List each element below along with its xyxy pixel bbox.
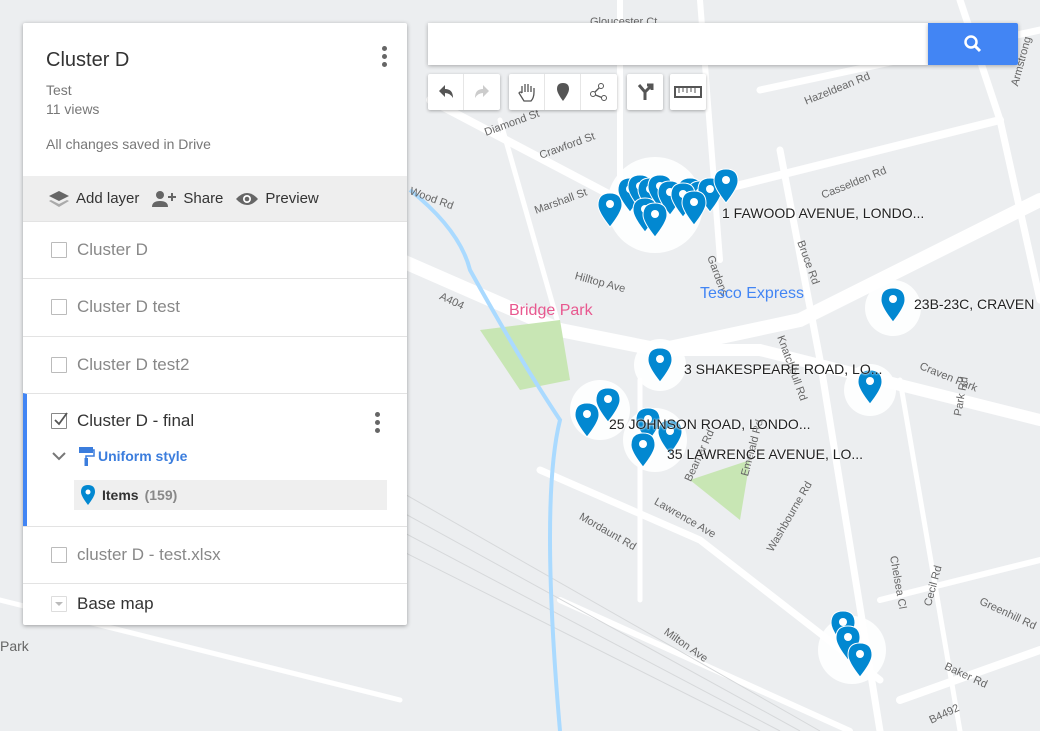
directions-icon xyxy=(637,83,654,100)
map-description[interactable]: Test 11 views xyxy=(46,81,99,119)
layer-name[interactable]: Cluster D - final xyxy=(77,411,194,431)
layer-name[interactable]: Cluster D test2 xyxy=(77,355,189,375)
save-status: All changes saved in Drive xyxy=(46,136,211,152)
check-icon xyxy=(54,412,68,426)
eye-icon xyxy=(236,192,259,205)
layer-checkbox[interactable] xyxy=(51,299,67,315)
views-count: 11 views xyxy=(46,101,100,117)
poi-bridge-park[interactable]: Bridge Park xyxy=(509,302,593,320)
poi-park[interactable]: Park xyxy=(0,638,29,654)
marker-label: 1 FAWOOD AVENUE, LONDO... xyxy=(722,205,925,221)
share-button[interactable]: Share xyxy=(151,190,223,208)
panel-actions: Add layer Share Preview xyxy=(23,176,407,221)
description-text: Test xyxy=(46,82,72,98)
add-person-icon xyxy=(152,190,177,207)
items-group[interactable]: Items (159) xyxy=(74,480,387,510)
marker-label: 3 SHAKESPEARE ROAD, LO... xyxy=(684,361,883,377)
base-map-toggle[interactable] xyxy=(51,596,67,612)
style-button[interactable]: Uniform style xyxy=(77,446,187,466)
measure-toolbar xyxy=(670,74,706,110)
redo-button[interactable] xyxy=(464,74,500,110)
map-legend-panel: Cluster D Test 11 views All changes saved… xyxy=(23,23,407,625)
layer-checkbox[interactable] xyxy=(51,242,67,258)
map-marker[interactable] xyxy=(847,642,873,678)
share-label: Share xyxy=(183,190,224,207)
search-icon xyxy=(964,35,982,53)
items-label: Items xyxy=(102,487,139,503)
draw-line-button[interactable] xyxy=(581,74,617,110)
chevron-down-icon[interactable] xyxy=(51,450,67,462)
search-button[interactable] xyxy=(928,23,1018,65)
map-marker[interactable] xyxy=(681,190,707,226)
layer-name[interactable]: Cluster D test xyxy=(77,297,180,317)
layer-cluster-d[interactable]: Cluster D xyxy=(23,221,407,278)
paint-roller-icon xyxy=(79,447,95,466)
caret-down-icon xyxy=(55,602,63,606)
marker-label: 23B-23C, CRAVEN xyxy=(914,296,1035,312)
preview-button[interactable]: Preview xyxy=(235,190,319,207)
map-options-button[interactable] xyxy=(374,44,394,68)
preview-label: Preview xyxy=(265,190,319,207)
undo-button[interactable] xyxy=(428,74,464,110)
hand-icon xyxy=(517,84,535,102)
directions-toolbar xyxy=(627,74,663,110)
history-toolbar xyxy=(428,74,500,110)
map-marker[interactable] xyxy=(713,168,739,204)
undo-icon xyxy=(438,85,453,98)
add-layer-label: Add layer xyxy=(76,190,140,207)
draw-toolbar xyxy=(509,74,617,110)
marker-label: 35 LAWRENCE AVENUE, LO... xyxy=(667,446,864,462)
map-title[interactable]: Cluster D xyxy=(46,49,129,72)
marker-icon xyxy=(81,485,95,505)
search-input[interactable] xyxy=(428,23,928,65)
layer-checkbox[interactable] xyxy=(51,357,67,373)
marker-label: 25 JOHNSON ROAD, LONDO... xyxy=(609,416,811,432)
map-marker[interactable] xyxy=(880,287,906,323)
layer-cluster-d-final[interactable]: Cluster D - final Uniform style Items (1… xyxy=(23,393,407,526)
map-marker[interactable] xyxy=(642,202,668,238)
measure-button[interactable] xyxy=(670,74,706,110)
layer-cluster-d-test[interactable]: Cluster D test xyxy=(23,278,407,336)
directions-button[interactable] xyxy=(627,74,663,110)
layer-name[interactable]: cluster D - test.xlsx xyxy=(77,545,221,565)
items-count: (159) xyxy=(144,487,178,503)
draw-line-icon xyxy=(590,83,607,101)
layer-cluster-d-test2[interactable]: Cluster D test2 xyxy=(23,336,407,393)
marker-icon xyxy=(556,83,569,101)
map-marker[interactable] xyxy=(647,347,673,383)
ruler-icon xyxy=(674,86,702,98)
base-map-label: Base map xyxy=(77,594,154,613)
layer-options-button[interactable] xyxy=(367,410,387,434)
base-map-section[interactable]: Base map xyxy=(23,583,407,625)
select-tool-button[interactable] xyxy=(509,74,545,110)
layer-cluster-d-test-xlsx[interactable]: cluster D - test.xlsx xyxy=(23,526,407,583)
layer-checkbox[interactable] xyxy=(51,547,67,563)
redo-icon xyxy=(475,85,489,98)
add-layer-button[interactable]: Add layer xyxy=(48,190,139,208)
poi-tesco-express[interactable]: Tesco Express xyxy=(700,285,804,303)
layer-checkbox-checked[interactable] xyxy=(51,412,68,429)
layer-name[interactable]: Cluster D xyxy=(77,240,148,260)
add-marker-button[interactable] xyxy=(545,74,581,110)
layers-icon xyxy=(49,190,69,207)
map-marker[interactable] xyxy=(630,432,656,468)
style-label: Uniform style xyxy=(98,448,188,464)
